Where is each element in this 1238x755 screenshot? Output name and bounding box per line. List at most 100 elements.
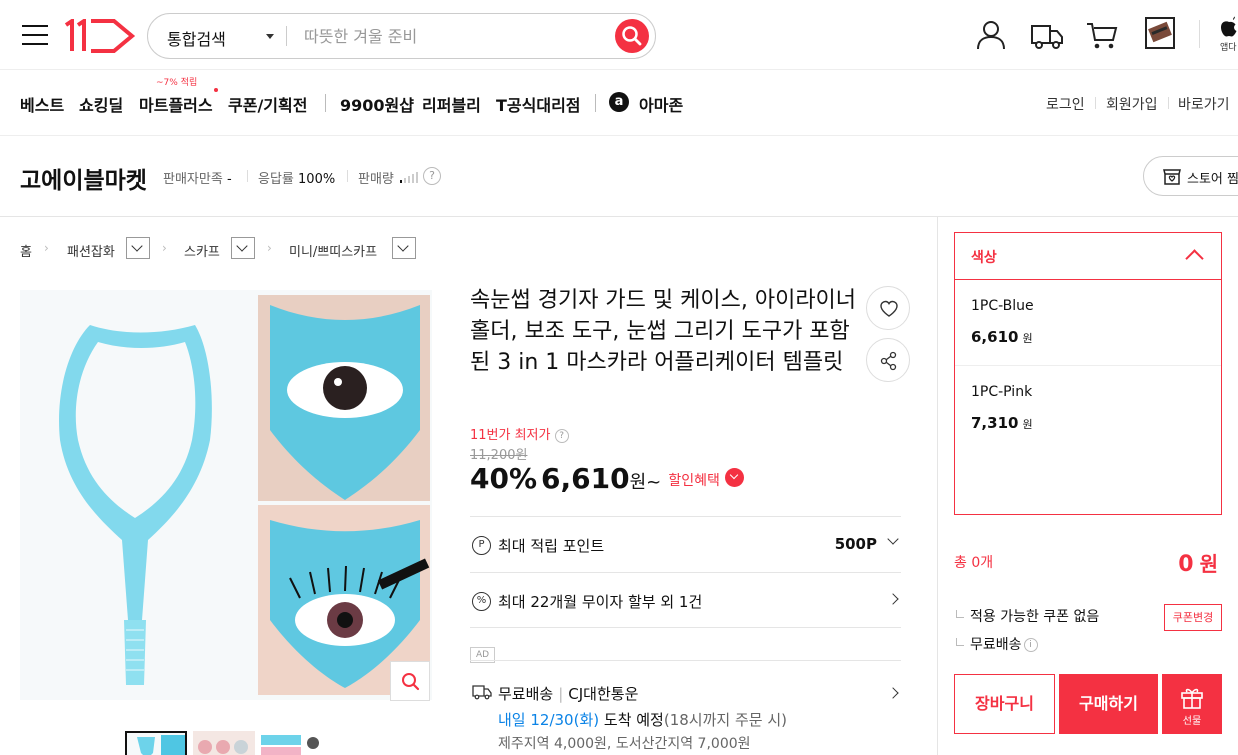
wishlist-button[interactable]: [866, 286, 910, 330]
buy-now-button[interactable]: 구매하기: [1059, 674, 1158, 734]
option-item[interactable]: 1PC-Blue 6,610 원: [955, 280, 1221, 366]
lowest-price-label: 11번가 최저가 ?: [470, 424, 569, 443]
reward-badge: ~7% 적립: [156, 78, 198, 88]
free-shipping-text: 무료배송: [970, 637, 1022, 653]
satisfaction-label: 판매자만족: [163, 172, 223, 187]
category-nav: 베스트 쇼킹딜 ~7% 적립 마트플러스 쿠폰/기획전 9900원샵 리퍼블리 …: [0, 70, 1238, 136]
nav-item-t-dealer[interactable]: T공식대리점: [496, 92, 581, 116]
info-icon[interactable]: i: [1023, 638, 1038, 652]
option-name: 1PC-Pink: [971, 384, 1033, 400]
chevron-right-icon: [887, 687, 899, 699]
signup-link[interactable]: 회원가입: [1106, 94, 1158, 114]
search-input[interactable]: [304, 23, 604, 49]
divider: [1168, 97, 1169, 109]
option-selector: 색상 1PC-Blue 6,610 원 1PC-Pink 7,310 원: [954, 232, 1222, 515]
sale-price: 40% 6,610원~ 할인혜택: [470, 462, 744, 495]
discount-rate: 40%: [470, 462, 538, 495]
point-icon: P: [472, 536, 491, 555]
store-like-label: 스토어 찜: [1187, 172, 1238, 187]
nav-item-coupon[interactable]: 쿠폰/기획전: [228, 92, 307, 116]
extra-shipping-fee: 제주지역 4,000원, 도서산간지역 7,000원: [498, 736, 751, 752]
truck-icon[interactable]: [1030, 18, 1064, 52]
11st-logo[interactable]: [64, 19, 136, 53]
points-label: 최대 적립 포인트: [498, 537, 605, 555]
nav-item-9900-shop[interactable]: 9900원샵: [340, 92, 414, 116]
breadcrumb-fashion[interactable]: 패션잡화: [67, 241, 115, 260]
caret-down-icon[interactable]: [266, 34, 274, 39]
gift-button[interactable]: 선물: [1162, 674, 1222, 734]
search-scope-select[interactable]: 통합검색: [167, 26, 226, 50]
help-icon[interactable]: ?: [423, 167, 441, 185]
price-unit: 원~: [629, 472, 662, 493]
chevron-up-icon: [1185, 249, 1204, 268]
free-shipping-note: 무료배송 i: [956, 634, 1038, 654]
sales-level-icon: [400, 172, 418, 183]
breadcrumb-scarf[interactable]: 스카프: [184, 241, 220, 260]
delivery-estimate: 내일 12/30(화) 도착 예정(18시까지 주문 시): [498, 709, 787, 730]
discount-benefit-link[interactable]: 할인혜택: [668, 473, 720, 489]
thumbnail[interactable]: [125, 731, 187, 755]
help-icon[interactable]: ?: [554, 428, 569, 443]
delivery-date: 내일 12/30(화): [498, 711, 600, 729]
divider: [1095, 97, 1096, 109]
breadcrumb-mini-scarf[interactable]: 미니/쁘띠스카프: [289, 241, 377, 260]
nav-item-shocking-deal[interactable]: 쇼킹딜: [79, 92, 123, 116]
gift-icon: [1181, 688, 1203, 709]
installment-row[interactable]: % 최대 22개월 무이자 할부 외 1건: [470, 572, 901, 628]
delivery-note: (18시까지 주문 시): [663, 711, 787, 729]
divider: [347, 170, 348, 182]
breadcrumb-dropdown[interactable]: [126, 237, 150, 259]
chevron-right-icon: ›: [44, 241, 49, 255]
apple-icon: [1220, 16, 1237, 37]
thumbnail[interactable]: [193, 731, 255, 755]
response-label: 응답률: [258, 172, 294, 187]
user-icon[interactable]: [974, 18, 1008, 52]
divider: [325, 94, 326, 112]
zoom-button[interactable]: [390, 661, 430, 701]
recent-items-icon[interactable]: [1143, 16, 1177, 50]
chevron-down-icon[interactable]: [724, 468, 744, 487]
points-row[interactable]: P 최대 적립 포인트 500P: [470, 516, 901, 572]
product-title: 속눈썹 경기자 가드 및 케이스, 아이라이너 홀더, 보조 도구, 눈썹 그리…: [470, 288, 857, 375]
cart-icon[interactable]: [1085, 18, 1119, 52]
option-price-value: 7,310: [971, 414, 1019, 432]
share-icon: [880, 351, 897, 371]
login-link[interactable]: 로그인: [1046, 94, 1085, 114]
search-button[interactable]: [615, 19, 649, 53]
search-icon: [622, 26, 642, 46]
option-price-value: 6,610: [971, 328, 1019, 346]
tree-branch-icon: [956, 610, 964, 618]
breadcrumb-dropdown[interactable]: [392, 237, 416, 259]
nav-item-amazon[interactable]: 아마존: [639, 92, 683, 116]
seller-name[interactable]: 고에이블마켓: [20, 161, 147, 195]
menu-icon[interactable]: [22, 25, 48, 45]
store-icon: [1163, 169, 1181, 185]
gift-label: 선물: [1182, 716, 1202, 727]
store-like-button[interactable]: 스토어 찜: [1143, 156, 1238, 196]
coupon-change-button[interactable]: 쿠폰변경: [1164, 604, 1222, 631]
breadcrumb-dropdown[interactable]: [231, 237, 255, 259]
delivery-text: 도착 예정: [603, 711, 664, 729]
shipping-type: 무료배송: [498, 685, 554, 703]
lowest-price-text: 11번가 최저가: [470, 428, 551, 443]
app-label: 앱다: [1220, 43, 1237, 53]
carrier-name: CJ대한통운: [568, 685, 639, 703]
shortcut-link[interactable]: 바로가기: [1178, 94, 1230, 114]
product-main-image[interactable]: [20, 290, 432, 700]
option-item[interactable]: 1PC-Pink 7,310 원: [955, 366, 1221, 452]
thumbnail[interactable]: [259, 731, 321, 755]
share-button[interactable]: [866, 338, 910, 382]
amazon-icon[interactable]: a: [609, 92, 629, 112]
nav-item-mart-plus[interactable]: 마트플러스: [139, 92, 213, 116]
total-price-unit: 원: [1199, 552, 1218, 576]
option-price-unit: 원: [1022, 332, 1033, 345]
app-download[interactable]: 앱다: [1219, 16, 1238, 56]
add-to-cart-button[interactable]: 장바구니: [954, 674, 1055, 734]
nav-item-refurbly[interactable]: 리퍼블리: [422, 92, 481, 116]
shipping-row[interactable]: 무료배송 | CJ대한통운 내일 12/30(화) 도착 예정(18시까지 주문 시…: [470, 660, 901, 755]
nav-item-best[interactable]: 베스트: [20, 92, 64, 116]
breadcrumb-home[interactable]: 홈: [20, 241, 32, 260]
chevron-right-icon: ›: [162, 241, 167, 255]
option-header[interactable]: 색상: [955, 233, 1221, 280]
shipping-info: 무료배송 | CJ대한통운: [498, 685, 639, 703]
